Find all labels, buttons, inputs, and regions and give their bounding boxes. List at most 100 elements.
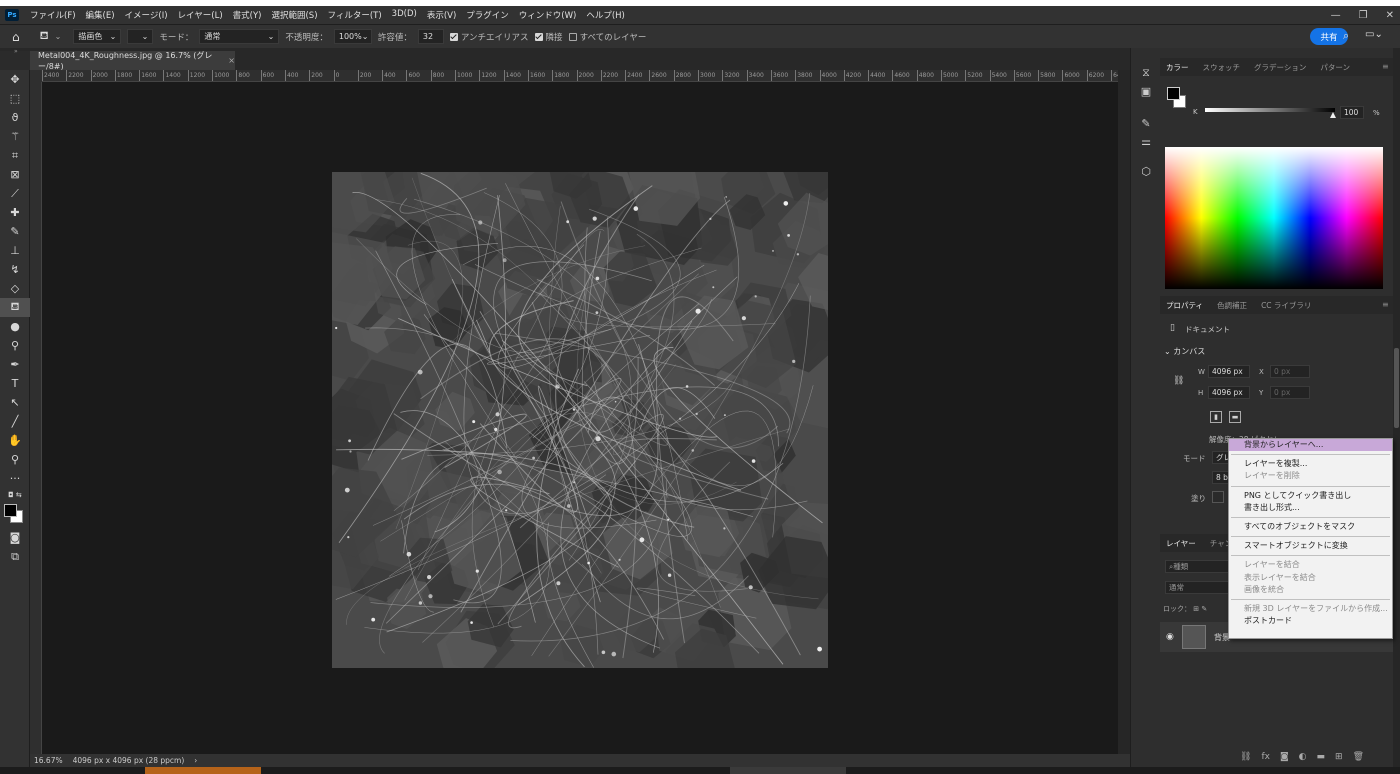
- context-menu-item[interactable]: すべてのオブジェクトをマスク: [1229, 521, 1392, 533]
- menu-item-5[interactable]: 選択範囲(S): [266, 9, 322, 21]
- panel-tab[interactable]: カラー: [1166, 62, 1189, 73]
- menu-item-8[interactable]: 表示(V): [422, 9, 461, 21]
- stamp-tool-icon[interactable]: ⊥: [0, 241, 30, 260]
- tolerance-input[interactable]: 32: [417, 29, 444, 44]
- antialias-checkbox[interactable]: アンチエイリアス: [449, 31, 529, 43]
- layer-filter-input[interactable]: ⌕ 種類: [1165, 560, 1235, 573]
- context-menu-item[interactable]: PNG としてクイック書き出し: [1229, 490, 1392, 502]
- eye-visibility-icon[interactable]: ◉: [1166, 632, 1174, 642]
- contiguous-checkbox[interactable]: 隣接: [534, 31, 563, 43]
- menu-item-2[interactable]: イメージ(I): [120, 9, 173, 21]
- vertical-ruler[interactable]: [30, 82, 42, 754]
- type-tool-icon[interactable]: T: [0, 374, 30, 393]
- right-panel-scrollbar[interactable]: [1393, 48, 1400, 767]
- mode-select[interactable]: 通常 ⌄: [199, 29, 280, 44]
- frame-tool-icon[interactable]: ⊠: [0, 165, 30, 184]
- pen-tool-icon[interactable]: ✒: [0, 355, 30, 374]
- fx-icon[interactable]: fx: [1261, 752, 1270, 762]
- workspace-icon[interactable]: ▭⌄: [1365, 29, 1383, 40]
- foreground-color-swatch[interactable]: [4, 504, 17, 517]
- move-tool-icon[interactable]: ✥: [0, 70, 30, 89]
- new-layer-icon[interactable]: ⊞: [1335, 752, 1343, 762]
- paint-bucket-tool-icon[interactable]: ⛾: [0, 298, 30, 317]
- panel-tab[interactable]: プロパティ: [1166, 300, 1203, 311]
- y-input[interactable]: 0 px: [1270, 386, 1310, 399]
- status-menu-arrow[interactable]: ›: [194, 756, 197, 765]
- restore-icon[interactable]: ❐: [1359, 10, 1368, 21]
- adjust-sliders-icon[interactable]: ⚌: [1131, 132, 1161, 150]
- scroll-thumb[interactable]: [1394, 348, 1399, 428]
- hand-tool-icon[interactable]: ✋: [0, 431, 30, 450]
- panel-tab[interactable]: スウォッチ: [1203, 62, 1241, 73]
- ruler-origin[interactable]: [30, 70, 42, 82]
- taskbar-item[interactable]: [145, 767, 261, 774]
- panel-tab[interactable]: CC ライブラリ: [1261, 300, 1311, 311]
- fill-source-select[interactable]: 描画色 ⌄: [73, 29, 122, 44]
- width-input[interactable]: 4096 px: [1208, 365, 1250, 378]
- 3d-cube-icon[interactable]: ⬡: [1131, 162, 1161, 180]
- path-selection-tool-icon[interactable]: ↖: [0, 393, 30, 412]
- link-icon[interactable]: ⛓: [1173, 376, 1184, 386]
- menu-item-0[interactable]: ファイル(F): [25, 9, 81, 21]
- lasso-tool-icon[interactable]: ϑ: [0, 108, 30, 127]
- collapse-left-icon[interactable]: »: [14, 48, 18, 55]
- close-tab-icon[interactable]: ×: [228, 56, 235, 65]
- search-icon[interactable]: ⌕: [1343, 29, 1349, 43]
- context-menu-item[interactable]: ポストカード: [1229, 615, 1392, 627]
- context-menu-item[interactable]: 背景からレイヤーへ...: [1229, 439, 1392, 452]
- panel-tab[interactable]: レイヤー: [1166, 538, 1196, 549]
- blend-mode-select[interactable]: 通常: [1165, 581, 1235, 594]
- lock-pixels-icon[interactable]: ⊞: [1193, 605, 1199, 613]
- line-tool-icon[interactable]: ╱: [0, 412, 30, 431]
- panel-tab[interactable]: パターン: [1320, 62, 1350, 73]
- menu-item-7[interactable]: 3D(D): [387, 9, 422, 21]
- canvas-section-header[interactable]: ⌄ カンバス: [1164, 346, 1205, 357]
- menu-item-11[interactable]: ヘルプ(H): [581, 9, 630, 21]
- home-icon[interactable]: ⌂: [12, 30, 20, 44]
- add-mask-icon[interactable]: ◙: [1280, 752, 1289, 762]
- history-panel-icon[interactable]: ⧖: [1131, 64, 1161, 82]
- paint-bucket-preset-icon[interactable]: ⛾: [40, 29, 49, 44]
- canvas-vertical-scrollbar[interactable]: [1118, 70, 1130, 754]
- slider-thumb-icon[interactable]: [1330, 112, 1336, 118]
- x-input[interactable]: 0 px: [1270, 365, 1310, 378]
- k-slider[interactable]: [1205, 108, 1335, 112]
- more-tools-icon[interactable]: ···: [0, 469, 30, 488]
- brush-tool-icon[interactable]: ✎: [0, 222, 30, 241]
- actions-panel-icon[interactable]: ▣: [1131, 82, 1161, 100]
- link-layers-icon[interactable]: ⛓: [1240, 752, 1251, 762]
- dodge-tool-icon[interactable]: ⚲: [0, 336, 30, 355]
- k-value-input[interactable]: 100: [1340, 106, 1364, 119]
- trash-icon[interactable]: 🗑: [1353, 752, 1364, 762]
- menu-item-1[interactable]: 編集(E): [81, 9, 120, 21]
- opacity-input[interactable]: 100% ⌄: [333, 29, 372, 44]
- pattern-select[interactable]: ⌄: [127, 29, 154, 44]
- close-icon[interactable]: ✕: [1386, 10, 1394, 21]
- minimize-icon[interactable]: —: [1331, 10, 1341, 21]
- foreground-color-chip[interactable]: [1167, 87, 1180, 100]
- menu-item-9[interactable]: プラグイン: [461, 9, 514, 21]
- history-brush-tool-icon[interactable]: ↯: [0, 260, 30, 279]
- adjustment-layer-icon[interactable]: ◐: [1299, 752, 1307, 762]
- swap-colors-icon[interactable]: ◘ ⇆: [0, 488, 30, 502]
- portrait-orientation-icon[interactable]: ▮: [1210, 411, 1222, 423]
- new-group-icon[interactable]: ▬: [1317, 752, 1326, 762]
- panel-menu-icon[interactable]: ≡: [1382, 62, 1389, 71]
- marquee-tool-icon[interactable]: ⬚: [0, 89, 30, 108]
- context-menu-item[interactable]: レイヤーを複製...: [1229, 458, 1392, 470]
- all-layers-checkbox[interactable]: すべてのレイヤー: [568, 31, 646, 43]
- document-tab[interactable]: Metal004_4K_Roughness.jpg @ 16.7% (グレー/8…: [30, 51, 235, 71]
- screen-mode-icon[interactable]: ⧉: [0, 547, 30, 566]
- context-menu-item[interactable]: 書き出し形式...: [1229, 502, 1392, 514]
- magic-wand-tool-icon[interactable]: ⚚: [0, 127, 30, 146]
- menu-item-4[interactable]: 書式(Y): [228, 9, 267, 21]
- crop-tool-icon[interactable]: ⌗: [0, 146, 30, 165]
- zoom-tool-icon[interactable]: ⚲: [0, 450, 30, 469]
- zoom-level[interactable]: 16.67%: [34, 756, 63, 765]
- height-input[interactable]: 4096 px: [1208, 386, 1250, 399]
- menu-item-3[interactable]: レイヤー(L): [173, 9, 228, 21]
- eraser-tool-icon[interactable]: ◇: [0, 279, 30, 298]
- menu-item-10[interactable]: ウィンドウ(W): [514, 9, 582, 21]
- eyedropper-tool-icon[interactable]: ⟋: [0, 184, 30, 203]
- panel-menu-icon[interactable]: ≡: [1382, 300, 1389, 309]
